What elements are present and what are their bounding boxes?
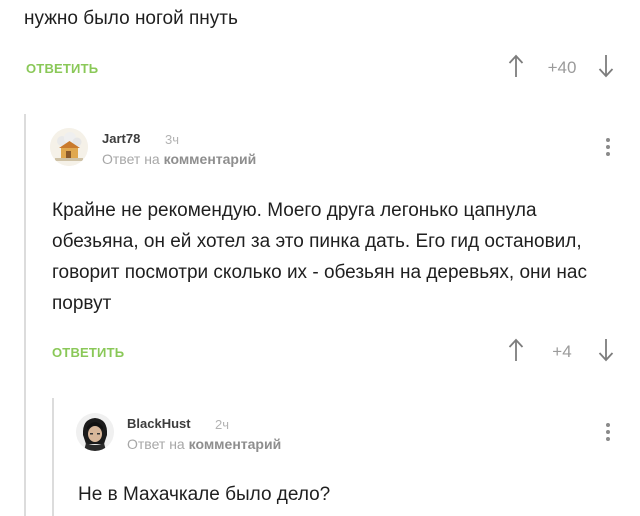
comment-time: 2ч: [215, 417, 230, 432]
comment-rating: +4: [552, 342, 572, 361]
kebab-menu-icon[interactable]: [603, 423, 613, 444]
comment-text: Не в Махачкале было дело?: [78, 484, 331, 505]
reply-to-prefix: Ответ на: [102, 151, 160, 167]
arrow-up-icon[interactable]: [508, 337, 524, 363]
comment-rating: +40: [547, 58, 577, 77]
avatar-image: [50, 128, 88, 166]
reply-button[interactable]: ОТВЕТИТЬ: [52, 345, 124, 360]
comment-time: 3ч: [165, 132, 180, 147]
reply-to-info: Ответ на комментарий: [102, 151, 256, 167]
arrow-down-icon[interactable]: [598, 337, 614, 363]
avatar-image: [76, 413, 114, 451]
reply-to-prefix: Ответ на: [127, 436, 185, 452]
comment-text: нужно было ногой пнуть: [24, 8, 238, 29]
arrow-up-icon[interactable]: [508, 53, 524, 79]
reply-to-link[interactable]: комментарий: [164, 151, 257, 167]
avatar[interactable]: [50, 128, 88, 166]
avatar[interactable]: [76, 413, 114, 451]
username[interactable]: Jart78: [102, 131, 140, 146]
thread-line[interactable]: [52, 398, 54, 516]
thread-line[interactable]: [24, 114, 26, 516]
reply-to-link[interactable]: комментарий: [189, 436, 282, 452]
arrow-down-icon[interactable]: [598, 53, 614, 79]
comment-text: Крайне не рекомендую. Моего друга легонь…: [52, 200, 587, 314]
kebab-menu-icon[interactable]: [603, 138, 613, 159]
username[interactable]: BlackHust: [127, 416, 191, 431]
reply-button[interactable]: ОТВЕТИТЬ: [26, 61, 98, 76]
reply-to-info: Ответ на комментарий: [127, 436, 281, 452]
